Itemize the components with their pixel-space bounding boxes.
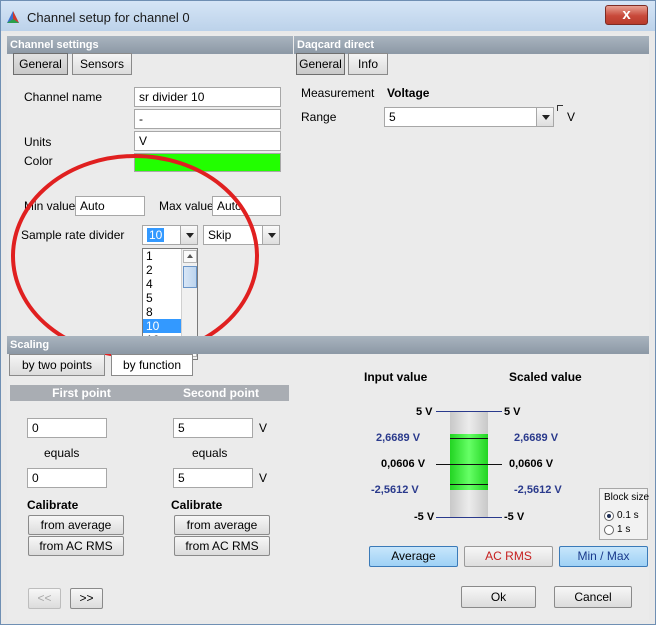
- channel-subtitle-input[interactable]: -: [134, 109, 281, 129]
- radio-0-1s[interactable]: [604, 511, 614, 521]
- scaled-value-average: 0,0606 V: [509, 458, 554, 470]
- chevron-down-icon[interactable]: [262, 226, 279, 244]
- range-label: Range: [301, 110, 337, 124]
- tab-daqcard-general[interactable]: General: [296, 53, 345, 75]
- tick-5v: [436, 411, 502, 412]
- block-size-label: Block size: [604, 492, 650, 503]
- daqcard-direct-header: Daqcard direct: [294, 36, 649, 54]
- next-channel-button[interactable]: >>: [70, 588, 103, 609]
- close-button[interactable]: x: [605, 5, 648, 25]
- first-point-header: First point: [10, 385, 153, 401]
- first-equals-label: equals: [44, 446, 80, 460]
- tab-daqcard-info[interactable]: Info: [348, 53, 388, 75]
- second-from-ac-rms-button[interactable]: from AC RMS: [174, 536, 270, 556]
- sample-rate-divider-label: Sample rate divider: [21, 228, 125, 242]
- tab-by-two-points[interactable]: by two points: [9, 354, 105, 376]
- corner-marker-icon: [557, 105, 563, 111]
- dialog-client-area: Channel settings General Sensors Channel…: [7, 34, 649, 620]
- tick-min: [450, 484, 488, 485]
- units-input[interactable]: V: [134, 131, 281, 151]
- radio-1s[interactable]: [604, 525, 614, 535]
- first-point-output[interactable]: 0: [27, 468, 107, 488]
- second-point-header: Second point: [153, 385, 289, 401]
- scaled-value-min: -2,5612 V: [514, 484, 562, 496]
- chevron-down-icon[interactable]: [536, 108, 553, 126]
- scroll-thumb[interactable]: [183, 266, 197, 288]
- channel-setup-window: Channel setup for channel 0 x Channel se…: [0, 0, 656, 625]
- second-from-average-button[interactable]: from average: [174, 515, 270, 535]
- input-value-bottom: -5 V: [414, 511, 435, 523]
- measurement-value: Voltage: [387, 86, 430, 100]
- tab-sensors[interactable]: Sensors: [72, 53, 132, 75]
- channel-name-label: Channel name: [24, 90, 103, 104]
- sample-rate-selected-value: 10: [147, 228, 165, 242]
- input-value-header: Input value: [364, 370, 428, 384]
- annotation-circle-icon: [11, 154, 259, 357]
- first-from-average-button[interactable]: from average: [28, 515, 124, 535]
- min-max-mode-button[interactable]: Min / Max: [559, 546, 648, 567]
- scaled-value-bottom: -5 V: [504, 511, 525, 523]
- second-output-unit: V: [259, 471, 268, 485]
- average-mode-button[interactable]: Average: [369, 546, 458, 567]
- block-size-panel: Block size 0.1 s 1 s: [599, 488, 650, 540]
- meter-bar-fill: [450, 434, 488, 490]
- first-point-input[interactable]: 0: [27, 418, 107, 438]
- scroll-up-icon[interactable]: [183, 250, 197, 263]
- max-value-label: Max value: [159, 199, 214, 213]
- ac-rms-mode-button[interactable]: AC RMS: [464, 546, 553, 567]
- app-logo-icon: [7, 11, 19, 23]
- previous-channel-button[interactable]: <<: [28, 588, 61, 609]
- second-point-input[interactable]: 5: [173, 418, 253, 438]
- color-swatch[interactable]: [134, 153, 281, 172]
- scaling-header: Scaling: [7, 336, 649, 354]
- scaled-value-header: Scaled value: [509, 370, 582, 384]
- tick-max: [450, 438, 488, 439]
- second-point-output[interactable]: 5: [173, 468, 253, 488]
- input-value-min: -2,5612 V: [371, 484, 419, 496]
- range-unit: V: [567, 110, 576, 124]
- ok-button[interactable]: Ok: [461, 586, 536, 608]
- mode-value: Skip: [208, 228, 232, 242]
- channel-name-input[interactable]: sr divider 10: [134, 87, 281, 107]
- first-calibrate-label: Calibrate: [27, 498, 79, 512]
- units-label: Units: [24, 135, 52, 149]
- second-calibrate-label: Calibrate: [171, 498, 223, 512]
- measurement-label: Measurement: [301, 86, 375, 100]
- first-from-ac-rms-button[interactable]: from AC RMS: [28, 536, 124, 556]
- input-value-top: 5 V: [416, 406, 433, 418]
- sample-rate-divider-dropdown[interactable]: 10: [142, 225, 198, 245]
- mode-dropdown[interactable]: Skip: [203, 225, 280, 245]
- range-value: 5: [389, 110, 396, 124]
- tab-by-function[interactable]: by function: [111, 354, 193, 376]
- channel-settings-header: Channel settings: [7, 36, 293, 54]
- tab-general[interactable]: General: [13, 53, 68, 75]
- cancel-button[interactable]: Cancel: [554, 586, 632, 608]
- title-bar: Channel setup for channel 0 x: [1, 1, 655, 31]
- second-input-unit: V: [259, 421, 268, 435]
- tick-minus-5v: [436, 517, 502, 518]
- second-equals-label: equals: [192, 446, 228, 460]
- color-label: Color: [24, 154, 53, 168]
- input-value-average: 0,0606 V: [381, 458, 426, 470]
- tick-average: [436, 464, 502, 465]
- max-value-input[interactable]: Auto: [212, 196, 281, 216]
- input-value-max: 2,6689 V: [376, 432, 421, 444]
- scaled-value-top: 5 V: [504, 406, 521, 418]
- min-value-input[interactable]: Auto: [75, 196, 145, 216]
- range-dropdown[interactable]: 5: [384, 107, 554, 127]
- scaled-value-max: 2,6689 V: [514, 432, 559, 444]
- window-title: Channel setup for channel 0: [27, 10, 190, 25]
- block-option-1s: 1 s: [617, 524, 631, 535]
- block-option-0-1s: 0.1 s: [617, 510, 639, 521]
- chevron-down-icon[interactable]: [180, 226, 197, 244]
- min-value-label: Min value: [24, 199, 76, 213]
